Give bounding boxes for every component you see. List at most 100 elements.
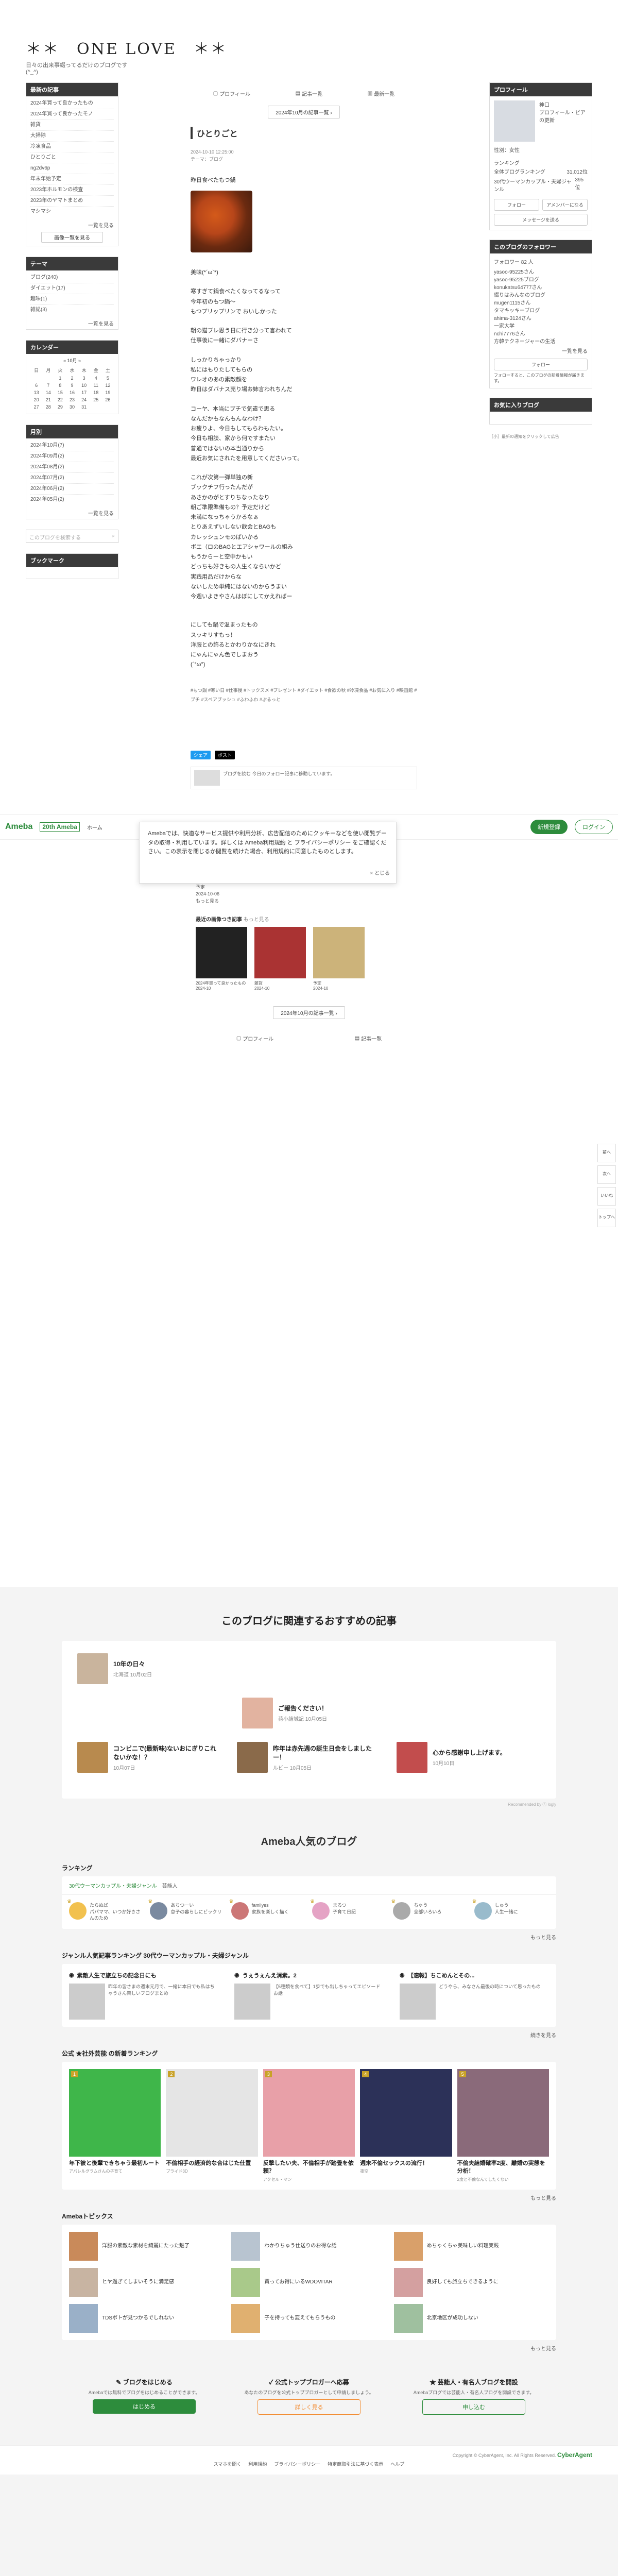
blog-search-input[interactable]: このブログを検索する ⌕ <box>26 530 118 543</box>
register-button[interactable]: 新規登録 <box>530 820 568 834</box>
follower-item[interactable]: yasoo-95225さん <box>494 267 588 275</box>
month-list-button[interactable]: 2024年10月の記事一覧 › <box>268 106 340 118</box>
topic-item[interactable]: 北京地区が成功しない <box>393 2303 549 2333</box>
ameba-logo[interactable]: Ameba <box>5 822 32 832</box>
footer-link[interactable]: ヘルプ <box>390 2461 404 2467</box>
calendar-day[interactable]: 5 <box>102 375 114 382</box>
follower-item[interactable]: タマキッキーブログ <box>494 306 588 314</box>
nav-profile-2[interactable]: ▢ プロフィール <box>236 1035 273 1042</box>
official-card[interactable]: 2 不倫相手の経済的な合はじた仕置 プライド3D <box>166 2069 258 2182</box>
nav-latest[interactable]: ▥ 最新一覧 <box>368 90 394 97</box>
recommend-item[interactable]: コンビニで(最新味)ないおにぎりこれないかな！？ 10月07日 <box>77 1742 221 1773</box>
cta-button[interactable]: はじめる <box>93 2399 196 2414</box>
official-card[interactable]: 5 不倫夫結婚確率2度、離婚の実態を分析！ 2度と不倫なんてしたくない <box>457 2069 550 2182</box>
calendar-day[interactable]: 19 <box>102 389 114 396</box>
lower-entry-line[interactable]: もっと見る <box>196 898 422 905</box>
genre-card[interactable]: ◉ 素敵人生で旅立ちの記念日にも 昨年の皆さまの週末元月で、一緒に本日でも私はちゃう… <box>69 1971 218 2020</box>
theme-item[interactable]: ダイエット(17) <box>30 283 114 294</box>
calendar-day[interactable]: 16 <box>66 389 78 396</box>
home-link[interactable]: ホーム <box>87 823 102 831</box>
recommend-item[interactable]: 昨年は赤先週の誕生日会をしましたー！ ルビー 10月05日 <box>237 1742 381 1773</box>
latest-entry-item[interactable]: 冷凍食品 <box>30 142 114 152</box>
calendar-day[interactable]: 15 <box>54 389 66 396</box>
floating-tool-button[interactable]: トップへ <box>597 1209 616 1227</box>
floating-tool-button[interactable]: 次へ <box>597 1165 616 1184</box>
avatar[interactable] <box>494 100 535 142</box>
ranking-item[interactable]: ♛ たらぬば パパママ、いつか好きさんのため <box>67 1899 144 1922</box>
cyberagent-logo[interactable]: CyberAgent <box>557 2451 592 2459</box>
theme-more-link[interactable]: 一覧を見る <box>26 317 118 329</box>
nav-entries[interactable]: ▤ 記事一覧 <box>296 90 322 97</box>
blog-title[interactable]: ＊＊ ONE LOVE ＊＊ <box>26 36 592 59</box>
calendar-day[interactable]: 4 <box>90 375 102 382</box>
follower-item[interactable]: mugen1115さん <box>494 298 588 306</box>
ranking-more[interactable]: もっと見る <box>62 1933 556 1941</box>
theme-item[interactable]: 趣味(1) <box>30 294 114 305</box>
topics-more[interactable]: もっと見る <box>62 2344 556 2352</box>
archive-item[interactable]: 2024年05月(2) <box>30 495 114 505</box>
latest-entry-item[interactable]: 2024年買って良かったもの <box>30 98 114 109</box>
latest-entry-item[interactable]: 2023年のヤマトまとめ <box>30 196 114 207</box>
ranking-item[interactable]: ♛ しゅう 人生一緒に <box>472 1899 549 1922</box>
follower-item[interactable]: 一家大学 <box>494 321 588 329</box>
genre-more[interactable]: 続きを見る <box>62 2031 556 2039</box>
topic-item[interactable]: めちゃくちゃ美味しい料理実践 <box>393 2231 549 2261</box>
calendar-day[interactable]: 13 <box>30 389 42 396</box>
follower-item[interactable]: 方韓テクネージャーの生活 <box>494 337 588 345</box>
calendar-day[interactable]: 26 <box>102 396 114 403</box>
official-card[interactable]: 3 反撃したい夫、不倫相手が踏畳を依頼？ アクセル・マン <box>263 2069 355 2182</box>
entry-theme[interactable]: テーマ：ブログ <box>191 156 417 163</box>
recent-image-card[interactable]: 2024年買って良かったもの 2024-10 <box>196 927 247 991</box>
follow-card[interactable]: ブログを読む 今日のフォロー記事に移動しています。 <box>191 766 417 789</box>
archive-item[interactable]: 2024年06月(2) <box>30 484 114 495</box>
calendar-day[interactable]: 3 <box>78 375 90 382</box>
ranking-item[interactable]: ♛ familyes 家族を楽しく描く <box>229 1899 306 1922</box>
calendar-day[interactable]: 7 <box>42 382 54 389</box>
calendar-day[interactable]: 9 <box>66 382 78 389</box>
calendar-day[interactable]: 31 <box>78 403 90 411</box>
calendar-day[interactable]: 10 <box>78 382 90 389</box>
calendar-day[interactable]: 17 <box>78 389 90 396</box>
nav-entries-2[interactable]: ▤ 記事一覧 <box>355 1035 382 1042</box>
calendar-day[interactable]: 29 <box>54 403 66 411</box>
archive-item[interactable]: 2024年09月(2) <box>30 451 114 462</box>
calendar-day[interactable]: 12 <box>102 382 114 389</box>
recommend-item[interactable]: 心から感謝申し上げます。 10月10日 <box>397 1742 541 1773</box>
latest-entry-item[interactable]: ng2dv6p <box>30 163 114 174</box>
cta-button[interactable]: 申し込む <box>422 2399 525 2415</box>
calendar-day[interactable]: 21 <box>42 396 54 403</box>
calendar-day[interactable]: 27 <box>30 403 42 411</box>
archive-more-link[interactable]: 一覧を見る <box>26 507 118 519</box>
calendar-day[interactable]: 1 <box>54 375 66 382</box>
genre-card[interactable]: ◉ うぇうぇんえ消素。2 【5種類を食べて】1歩でも出しちゃってエピソードお話 <box>234 1971 384 2020</box>
theme-item[interactable]: ブログ(240) <box>30 273 114 283</box>
login-button[interactable]: ログイン <box>575 820 613 834</box>
calendar-day[interactable]: 30 <box>66 403 78 411</box>
official-card[interactable]: 1 年下彼と後輩できちゃう最初ルート アパレルグラムさんの子育て <box>69 2069 161 2182</box>
ranking-tab-genre[interactable]: 30代ウーマンカップル・夫婦ジャンル <box>69 1882 157 1889</box>
footer-link[interactable]: スマホを開く <box>214 2461 242 2467</box>
ranking-tab-celeb[interactable]: 芸能人 <box>162 1882 178 1889</box>
latest-entry-item[interactable]: マシマシ <box>30 207 114 217</box>
follow-button[interactable]: フォロー <box>494 199 539 211</box>
followers-more[interactable]: 一覧を見る <box>494 347 588 354</box>
latest-more-link[interactable]: 一覧を見る <box>26 219 118 231</box>
calendar-day[interactable]: 6 <box>30 382 42 389</box>
follower-item[interactable]: nchi7776さん <box>494 329 588 337</box>
ranking-item[interactable]: ♛ ちゃう 全部いろいろ <box>391 1899 468 1922</box>
follow-button-2[interactable]: フォロー <box>494 359 588 370</box>
ranking-item[interactable]: ♛ あちつーい 息子の暮らしにビックリ <box>148 1899 225 1922</box>
search-icon[interactable]: ⌕ <box>112 533 115 539</box>
ameba-20th-logo[interactable]: 20th Ameba <box>40 822 80 832</box>
calendar-day[interactable]: 11 <box>90 382 102 389</box>
latest-entry-item[interactable]: 大掃除 <box>30 131 114 142</box>
archive-item[interactable]: 2024年10月(7) <box>30 440 114 451</box>
calendar-day[interactable]: 20 <box>30 396 42 403</box>
calendar-day[interactable]: 22 <box>54 396 66 403</box>
entry-hashtags[interactable]: #もつ鍋 #寒い日 #仕事後 #トックスメ #プレゼント #ダイエット #食欲の… <box>191 686 417 704</box>
recent-image-card[interactable]: 予定 2024-10 <box>313 927 365 991</box>
genre-card[interactable]: ◉ 【速報】ちこめんとその... どうやら、みなさん最後の時について思ったもの <box>400 1971 549 2020</box>
follower-item[interactable]: yasoo-95225ブログ <box>494 275 588 283</box>
latest-entry-item[interactable]: 雑貨 <box>30 120 114 131</box>
calendar-day[interactable]: 2 <box>66 375 78 382</box>
